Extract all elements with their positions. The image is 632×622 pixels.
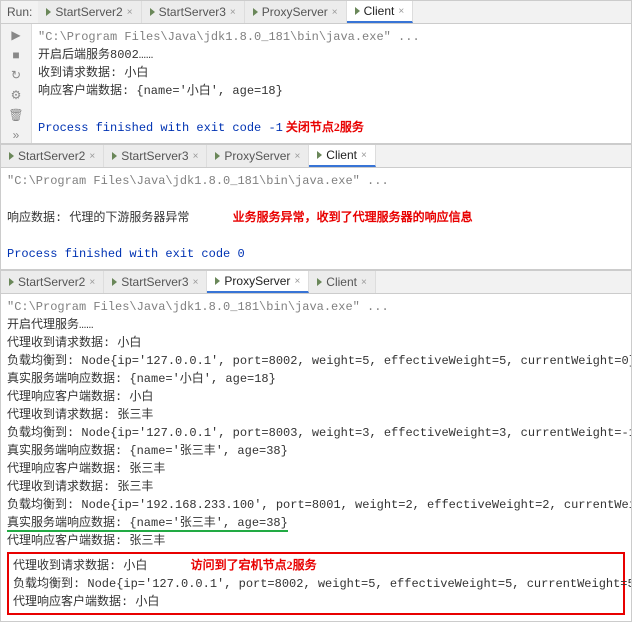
annotation: 业务服务异常，收到了代理服务器的响应信息 — [233, 210, 473, 224]
run-panel-1: Run: StartServer2× StartServer3× ProxySe… — [0, 0, 632, 144]
panel-header: StartServer2× StartServer3× ProxyServer×… — [1, 145, 631, 168]
panel-header: Run: StartServer2× StartServer3× ProxySe… — [1, 1, 631, 24]
tab-proxyserver[interactable]: ProxyServer× — [245, 1, 347, 23]
log-line: 代理响应客户端数据: 小白 — [7, 390, 153, 404]
run-icon — [215, 152, 220, 160]
command-line: "C:\Program Files\Java\jdk1.8.0_181\bin\… — [7, 174, 389, 188]
tab-startserver2[interactable]: StartServer2× — [1, 145, 104, 167]
log-line: 代理收到请求数据: 张三丰 — [7, 480, 153, 494]
panel-body: "C:\Program Files\Java\jdk1.8.0_181\bin\… — [1, 294, 631, 621]
run-icon — [355, 7, 360, 15]
error-box: 代理收到请求数据: 小白 访问到了宕机节点2服务 负载均衡到: Node{ip=… — [7, 552, 625, 615]
tab-proxyserver[interactable]: ProxyServer× — [207, 271, 309, 293]
console-output[interactable]: "C:\Program Files\Java\jdk1.8.0_181\bin\… — [1, 168, 631, 269]
run-icon — [112, 152, 117, 160]
log-line: 真实服务端响应数据: {name='小白', age=18} — [7, 372, 276, 386]
tab-client[interactable]: Client× — [309, 271, 376, 293]
more-icon[interactable]: » — [13, 128, 20, 142]
panel-body: ▶ ■ ↻ ⚙ 🗑 » "C:\Program Files\Java\jdk1.… — [1, 24, 631, 143]
reload-icon[interactable]: ↻ — [11, 68, 21, 82]
close-icon[interactable]: × — [230, 7, 236, 18]
stop-icon[interactable]: ■ — [12, 48, 19, 62]
log-line: 代理收到请求数据: 张三丰 — [7, 408, 153, 422]
run-icon — [150, 8, 155, 16]
run-icon — [9, 152, 14, 160]
close-icon[interactable]: × — [294, 276, 300, 287]
run-icon — [253, 8, 258, 16]
tool-gutter: ▶ ■ ↻ ⚙ 🗑 » — [1, 24, 32, 143]
close-icon[interactable]: × — [127, 7, 133, 18]
close-icon[interactable]: × — [89, 277, 95, 288]
log-line: 真实服务端响应数据: {name='张三丰', age=38} — [7, 444, 288, 458]
exit-line: Process finished with exit code -1 — [38, 121, 283, 135]
run-panel-2: StartServer2× StartServer3× ProxyServer×… — [0, 144, 632, 270]
tab-startserver2[interactable]: StartServer2× — [1, 271, 104, 293]
log-line: 负载均衡到: Node{ip='127.0.0.1', port=8002, w… — [7, 354, 631, 368]
exit-line: Process finished with exit code 0 — [7, 247, 245, 261]
command-line: "C:\Program Files\Java\jdk1.8.0_181\bin\… — [38, 30, 420, 44]
tab-startserver2[interactable]: StartServer2× — [38, 1, 141, 23]
tab-bar: StartServer2× StartServer3× ProxyServer×… — [1, 271, 376, 293]
trash-icon[interactable]: 🗑 — [8, 108, 23, 122]
log-line: 响应客户端数据: {name='小白', age=18} — [38, 84, 283, 98]
close-icon[interactable]: × — [193, 151, 199, 162]
tab-bar: StartServer2× StartServer3× ProxyServer×… — [1, 145, 376, 167]
panel-header: StartServer2× StartServer3× ProxyServer×… — [1, 271, 631, 294]
close-icon[interactable]: × — [361, 277, 367, 288]
close-icon[interactable]: × — [294, 151, 300, 162]
log-line: 负载均衡到: Node{ip='127.0.0.1', port=8003, w… — [7, 426, 631, 440]
close-icon[interactable]: × — [89, 151, 95, 162]
log-line: 开启代理服务…… — [7, 318, 93, 332]
console-output[interactable]: "C:\Program Files\Java\jdk1.8.0_181\bin\… — [1, 294, 631, 621]
close-icon[interactable]: × — [193, 277, 199, 288]
annotation: 关闭节点2服务 — [283, 120, 364, 134]
highlighted-line: 真实服务端响应数据: {name='张三丰', age=38} — [7, 516, 288, 532]
tab-bar: StartServer2× StartServer3× ProxyServer×… — [38, 1, 413, 23]
settings-icon[interactable]: ⚙ — [11, 88, 22, 102]
command-line: "C:\Program Files\Java\jdk1.8.0_181\bin\… — [7, 300, 389, 314]
panel-body: "C:\Program Files\Java\jdk1.8.0_181\bin\… — [1, 168, 631, 269]
log-line: 开启后端服务8002…… — [38, 48, 153, 62]
close-icon[interactable]: × — [398, 6, 404, 17]
tab-startserver3[interactable]: StartServer3× — [104, 145, 207, 167]
log-line: 代理响应客户端数据: 张三丰 — [7, 534, 165, 548]
tab-client[interactable]: Client× — [309, 145, 376, 167]
log-line: 代理收到请求数据: 小白 — [7, 336, 141, 350]
run-icon — [46, 8, 51, 16]
tab-startserver3[interactable]: StartServer3× — [142, 1, 245, 23]
log-line: 代理响应客户端数据: 张三丰 — [7, 462, 165, 476]
log-line: 响应数据: 代理的下游服务器异常 — [7, 211, 189, 225]
annotation: 访问到了宕机节点2服务 — [191, 558, 317, 572]
close-icon[interactable]: × — [361, 150, 367, 161]
log-line: 代理响应客户端数据: 小白 — [13, 595, 159, 609]
run-panel-3: StartServer2× StartServer3× ProxyServer×… — [0, 270, 632, 622]
run-icon — [112, 278, 117, 286]
log-tail: currentWeight=5} — [527, 577, 631, 591]
log-line: 代理收到请求数据: 小白 — [13, 559, 147, 573]
run-icon — [317, 278, 322, 286]
log-line: 负载均衡到: Node{ip='192.168.233.100', port=8… — [7, 498, 631, 512]
log-line: 收到请求数据: 小白 — [38, 66, 148, 80]
run-icon — [317, 151, 322, 159]
log-line: 负载均衡到: Node{ip='127.0.0.1', port=8002, w… — [13, 577, 519, 591]
run-icon — [215, 277, 220, 285]
console-output[interactable]: "C:\Program Files\Java\jdk1.8.0_181\bin\… — [32, 24, 631, 143]
run-icon — [9, 278, 14, 286]
close-icon[interactable]: × — [332, 7, 338, 18]
rerun-icon[interactable]: ▶ — [11, 28, 20, 42]
tab-proxyserver[interactable]: ProxyServer× — [207, 145, 309, 167]
tab-startserver3[interactable]: StartServer3× — [104, 271, 207, 293]
run-label: Run: — [1, 5, 38, 19]
tab-client[interactable]: Client× — [347, 1, 414, 23]
